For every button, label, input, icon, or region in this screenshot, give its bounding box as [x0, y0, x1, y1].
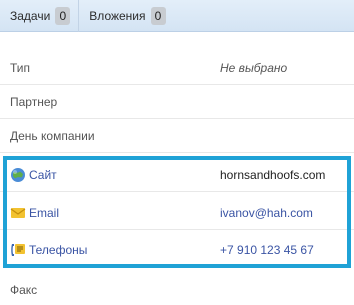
phone-icon	[11, 244, 25, 256]
tab-tasks[interactable]: Задачи 0	[0, 0, 78, 32]
tab-attachments-count-badge: 0	[150, 6, 166, 25]
field-type-value[interactable]: Не выбрано	[220, 61, 287, 75]
contact-email-label[interactable]: Email	[10, 205, 59, 221]
contact-site-label[interactable]: Сайт	[10, 167, 57, 183]
field-fax-label: Факс	[10, 283, 38, 297]
field-row-fax: Факс	[0, 273, 354, 305]
tab-tasks-count-badge: 0	[55, 6, 71, 25]
field-company-day-label: День компании	[10, 128, 95, 143]
field-row-type: Тип Не выбрано	[0, 51, 354, 85]
contact-email-text: Email	[29, 205, 60, 220]
contact-phones-text: Телефоны	[29, 243, 88, 257]
tab-attachments-label: Вложения	[89, 8, 146, 23]
field-partner-label: Партнер	[10, 94, 58, 109]
tab-tasks-label: Задачи	[10, 8, 51, 23]
contact-email-value[interactable]: ivanov@hah.com	[220, 206, 313, 220]
contact-site-text: Сайт	[29, 167, 57, 182]
globe-icon	[11, 167, 25, 182]
envelope-icon	[10, 207, 26, 218]
contact-site-value[interactable]: hornsandhoofs.com	[220, 168, 325, 182]
tab-attachments[interactable]: Вложения 0	[78, 0, 173, 32]
contact-row-email: Email ivanov@hah.com	[0, 196, 354, 230]
contact-phones-label[interactable]: Телефоны	[10, 242, 87, 258]
contact-phones-value[interactable]: +7 910 123 45 67	[220, 243, 314, 257]
field-row-company-day: День компании	[0, 119, 354, 153]
contact-row-site: Сайт hornsandhoofs.com	[0, 158, 354, 192]
tab-bar: Задачи 0 Вложения 0	[0, 0, 354, 32]
contact-row-phones: Телефоны +7 910 123 45 67	[0, 233, 354, 267]
field-type-label: Тип	[10, 60, 31, 75]
field-row-partner: Партнер	[0, 85, 354, 119]
